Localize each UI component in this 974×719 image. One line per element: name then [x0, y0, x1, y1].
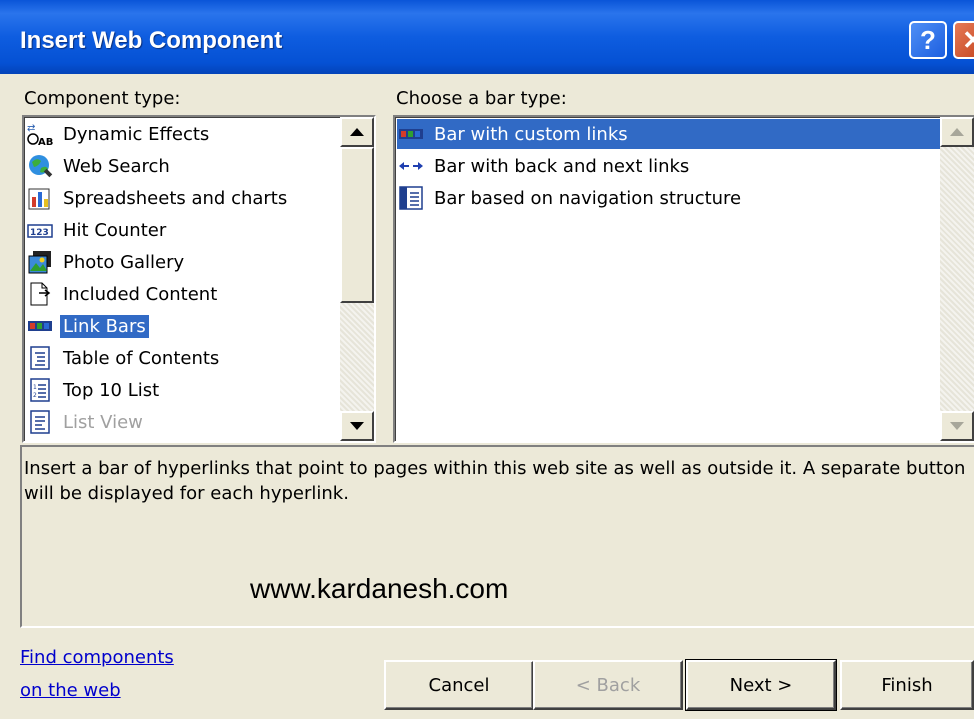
- bar-list-scrollbar[interactable]: [940, 117, 974, 441]
- close-button[interactable]: ✕: [953, 21, 974, 59]
- back-button-label: < Back: [575, 674, 641, 696]
- cancel-button-label: Cancel: [428, 674, 490, 696]
- bar-scroll-up-button[interactable]: [940, 117, 974, 147]
- find-components-link[interactable]: Find components: [20, 647, 174, 668]
- bar-scroll-down-button[interactable]: [940, 411, 974, 441]
- hit-counter-icon: 123: [26, 216, 54, 244]
- scroll-up-button[interactable]: [340, 117, 374, 147]
- svg-text:⇄: ⇄: [27, 123, 35, 134]
- find-components-link-line2[interactable]: on the web: [20, 680, 121, 701]
- watermark-text: www.kardanesh.com: [250, 573, 509, 604]
- scroll-down-button[interactable]: [340, 411, 374, 441]
- component-list-scrollbar[interactable]: [340, 117, 374, 441]
- list-view-icon: [26, 408, 54, 436]
- list-item-bar-navigation[interactable]: Bar based on navigation structure: [397, 183, 744, 213]
- arrow-down-icon: [950, 422, 964, 430]
- list-item-link-bars[interactable]: Link Bars: [26, 311, 149, 341]
- spreadsheet-chart-icon: [26, 184, 54, 212]
- back-button[interactable]: < Back: [533, 660, 683, 710]
- top-10-list-icon: 12: [26, 376, 54, 404]
- svg-text:123: 123: [30, 228, 49, 238]
- list-item-dynamic-effects[interactable]: ⇄ AB Dynamic Effects: [26, 119, 212, 149]
- close-icon: ✕: [962, 25, 974, 55]
- back-next-arrows-icon: [397, 152, 425, 180]
- window-title: Insert Web Component: [20, 27, 283, 54]
- arrow-down-icon: [350, 422, 364, 430]
- list-item-table-of-contents[interactable]: Table of Contents: [26, 343, 222, 373]
- next-button-label: Next >: [729, 674, 793, 696]
- svg-text:1: 1: [33, 384, 37, 391]
- table-of-contents-icon: [26, 344, 54, 372]
- dynamic-effects-icon: ⇄ AB: [26, 120, 54, 148]
- svg-text:2: 2: [33, 392, 37, 399]
- list-item-bar-back-next[interactable]: Bar with back and next links: [397, 151, 692, 181]
- web-search-icon: [26, 152, 54, 180]
- arrow-up-icon: [950, 128, 964, 136]
- finish-button[interactable]: Finish: [840, 660, 974, 710]
- list-item-photo-gallery[interactable]: Photo Gallery: [26, 247, 187, 277]
- component-type-list[interactable]: ⇄ AB Dynamic Effects Web Search Spreadshe…: [22, 115, 376, 443]
- arrow-up-icon: [350, 128, 364, 136]
- list-item-web-search[interactable]: Web Search: [26, 151, 173, 181]
- included-content-icon: [26, 280, 54, 308]
- list-item-list-view[interactable]: List View: [26, 407, 146, 437]
- photo-gallery-icon: [26, 248, 54, 276]
- bar-type-list[interactable]: Bar with custom links Bar with back and …: [393, 115, 974, 443]
- help-icon: ?: [920, 25, 936, 55]
- list-item-top-10-list[interactable]: 12 Top 10 List: [26, 375, 162, 405]
- finish-button-label: Finish: [881, 674, 933, 696]
- link-bar-icon: [26, 312, 54, 340]
- scroll-thumb[interactable]: [340, 147, 374, 303]
- navigation-structure-icon: [397, 184, 425, 212]
- list-item-spreadsheets[interactable]: Spreadsheets and charts: [26, 183, 290, 213]
- list-item-bar-custom-links[interactable]: Bar with custom links: [397, 119, 943, 149]
- custom-links-bar-icon: [397, 120, 425, 148]
- list-item-hit-counter[interactable]: 123 Hit Counter: [26, 215, 169, 245]
- title-bar[interactable]: Insert Web Component ? ✕: [0, 0, 974, 74]
- bar-type-label: Choose a bar type:: [396, 88, 567, 109]
- component-type-label: Component type:: [24, 88, 181, 109]
- next-button[interactable]: Next >: [685, 659, 837, 711]
- help-button[interactable]: ?: [909, 21, 947, 59]
- svg-text:AB: AB: [38, 137, 53, 147]
- cancel-button[interactable]: Cancel: [384, 660, 534, 710]
- list-item-included-content[interactable]: Included Content: [26, 279, 220, 309]
- description-text: Insert a bar of hyperlinks that point to…: [24, 458, 966, 504]
